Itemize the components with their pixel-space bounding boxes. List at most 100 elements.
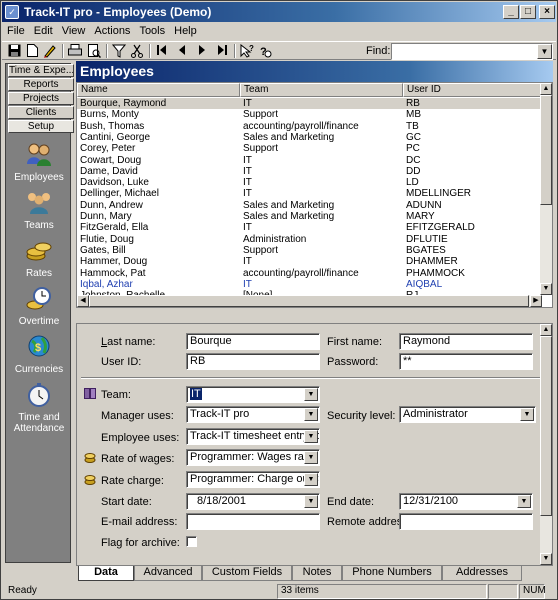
help-icon[interactable]: ? xyxy=(239,43,255,58)
menu-actions[interactable]: Actions xyxy=(89,23,134,37)
last-record-icon[interactable] xyxy=(214,44,230,58)
employee-uses-combo[interactable]: Track-IT timesheet entry tools ▼ xyxy=(186,428,320,445)
rate-of-wages-combo[interactable]: Programmer: Wages rate ▼ xyxy=(186,449,320,466)
chevron-down-icon[interactable]: ▼ xyxy=(304,430,318,443)
scroll-left-icon[interactable]: ◀ xyxy=(77,295,89,307)
cut-icon[interactable] xyxy=(129,44,145,58)
nav-item-employees[interactable]: Employees xyxy=(6,142,72,183)
column-header-team[interactable]: Team xyxy=(240,83,403,97)
print-icon[interactable] xyxy=(67,44,83,58)
menu-help[interactable]: Help xyxy=(169,23,201,37)
nav-tab-setup[interactable]: Setup xyxy=(8,120,74,133)
edit-icon[interactable] xyxy=(42,44,58,58)
tab-data[interactable]: Data xyxy=(78,566,134,581)
manager-uses-value: Track-IT pro xyxy=(190,408,250,420)
menu-edit[interactable]: Edit xyxy=(29,23,57,37)
nav-tab-clients[interactable]: Clients xyxy=(8,106,74,119)
menu-tools[interactable]: Tools xyxy=(134,23,169,37)
tab-notes[interactable]: Notes xyxy=(292,566,342,581)
horizontal-scrollbar[interactable]: ◀ ▶ xyxy=(77,295,542,307)
nav-item-rates[interactable]: Rates xyxy=(6,238,72,279)
nav-item-teams[interactable]: Teams xyxy=(6,190,72,231)
tab-custom-fields[interactable]: Custom Fields xyxy=(202,566,292,581)
table-row[interactable]: Dunn, Andrew Sales and Marketing ADUNN xyxy=(77,200,542,211)
print-preview-icon[interactable] xyxy=(86,44,102,59)
table-row[interactable]: Davidson, Luke IT LD xyxy=(77,177,542,188)
end-date-picker[interactable]: 12/31/2100 ▼ xyxy=(399,493,533,510)
employees-table[interactable]: Name Team User ID Bourque, Raymond IT RB Bu… xyxy=(76,82,553,308)
remote-address-field[interactable] xyxy=(399,513,533,530)
scroll-thumb[interactable] xyxy=(89,295,529,307)
scroll-down-icon[interactable]: ▼ xyxy=(540,283,552,295)
scroll-down-icon[interactable]: ▼ xyxy=(540,553,552,565)
vertical-scrollbar[interactable]: ▲ ▼ xyxy=(540,83,552,295)
scroll-up-icon[interactable]: ▲ xyxy=(540,83,552,95)
next-record-icon[interactable] xyxy=(194,44,210,58)
table-row[interactable]: Bush, Thomas accounting/payroll/finance TB xyxy=(77,121,542,132)
nav-tab-reports[interactable]: Reports xyxy=(8,78,74,91)
table-row[interactable]: Hammock, Pat accounting/payroll/finance PH… xyxy=(77,268,542,279)
table-row[interactable]: Burns, Monty Support MB xyxy=(77,109,542,120)
password-field[interactable]: ** xyxy=(399,353,533,370)
last-name-field[interactable]: Bourque xyxy=(186,333,320,350)
table-row[interactable]: Flutie, Doug Administration DFLUTIE xyxy=(77,234,542,245)
chevron-down-icon[interactable]: ▼ xyxy=(304,451,318,464)
save-icon[interactable] xyxy=(6,44,22,58)
tab-addresses[interactable]: Addresses xyxy=(442,566,522,581)
menu-view[interactable]: View xyxy=(57,23,90,37)
column-header-name[interactable]: Name xyxy=(77,83,240,97)
email-field[interactable] xyxy=(186,513,320,530)
scroll-thumb[interactable] xyxy=(540,336,552,516)
maximize-button[interactable]: □ xyxy=(520,5,536,19)
table-row[interactable]: Gates, Bill Support BGATES xyxy=(77,245,542,256)
table-row[interactable]: Bourque, Raymond IT RB xyxy=(77,98,542,110)
previous-record-icon[interactable] xyxy=(174,44,190,58)
user-id-field[interactable]: RB xyxy=(186,353,320,370)
find-combo[interactable]: ▼ xyxy=(391,43,553,60)
rate-charge-combo[interactable]: Programmer: Charge out rate ▼ xyxy=(186,471,320,488)
splitter[interactable] xyxy=(76,310,553,322)
end-date-value: 12/31/2100 xyxy=(403,495,459,507)
scroll-thumb[interactable] xyxy=(540,95,552,205)
chevron-down-icon[interactable]: ▼ xyxy=(304,473,318,486)
security-level-combo[interactable]: Administrator ▼ xyxy=(399,406,536,423)
first-name-field[interactable]: Raymond xyxy=(399,333,533,350)
start-date-picker[interactable]: 8/18/2001 ▼ xyxy=(186,493,320,510)
nav-item-currencies[interactable]: $ Currencies xyxy=(6,334,72,375)
chevron-down-icon[interactable]: ▼ xyxy=(304,495,318,508)
team-combo[interactable]: IT ▼ xyxy=(186,386,320,403)
chevron-down-icon[interactable]: ▼ xyxy=(304,388,318,401)
menu-file[interactable]: File xyxy=(2,23,29,37)
archive-checkbox[interactable] xyxy=(186,536,197,547)
table-row[interactable]: FitzGerald, Ella IT EFITZGERALD xyxy=(77,222,542,233)
nav-tab-time-expenses[interactable]: Time & Expe... xyxy=(8,64,74,77)
table-row[interactable]: Dunn, Mary Sales and Marketing MARY xyxy=(77,211,542,222)
scroll-up-icon[interactable]: ▲ xyxy=(540,324,552,336)
column-header-user-id[interactable]: User ID xyxy=(403,83,542,97)
table-row[interactable]: Dellinger, Michael IT MDELLINGER xyxy=(77,188,542,199)
chevron-down-icon[interactable]: ▼ xyxy=(520,408,534,421)
nav-item-time-attendance[interactable]: Time and Attendance xyxy=(6,382,72,434)
new-icon[interactable] xyxy=(24,44,40,58)
table-row[interactable]: Cantini, George Sales and Marketing GC xyxy=(77,132,542,143)
table-row[interactable]: Hammer, Doug IT DHAMMER xyxy=(77,256,542,267)
table-row[interactable]: Corey, Peter Support PC xyxy=(77,143,542,154)
minimize-button[interactable]: _ xyxy=(503,5,519,19)
nav-tab-projects[interactable]: Projects xyxy=(8,92,74,105)
whats-this-icon[interactable]: ? xyxy=(257,44,273,58)
close-button[interactable]: × xyxy=(539,5,555,19)
manager-uses-combo[interactable]: Track-IT pro ▼ xyxy=(186,406,320,423)
table-row[interactable]: Iqbal, Azhar IT AIQBAL xyxy=(77,279,542,290)
tab-phone-numbers[interactable]: Phone Numbers xyxy=(342,566,442,581)
chevron-down-icon[interactable]: ▼ xyxy=(537,44,552,59)
first-record-icon[interactable] xyxy=(154,44,170,58)
filter-icon[interactable] xyxy=(111,44,127,58)
scroll-right-icon[interactable]: ▶ xyxy=(530,295,542,307)
nav-item-overtime[interactable]: Overtime xyxy=(6,286,72,327)
table-row[interactable]: Dame, David IT DD xyxy=(77,166,542,177)
chevron-down-icon[interactable]: ▼ xyxy=(304,408,318,421)
table-row[interactable]: Cowart, Doug IT DC xyxy=(77,155,542,166)
tab-advanced[interactable]: Advanced xyxy=(134,566,202,581)
chevron-down-icon[interactable]: ▼ xyxy=(517,495,531,508)
form-vertical-scrollbar[interactable]: ▲ ▼ xyxy=(540,324,552,565)
